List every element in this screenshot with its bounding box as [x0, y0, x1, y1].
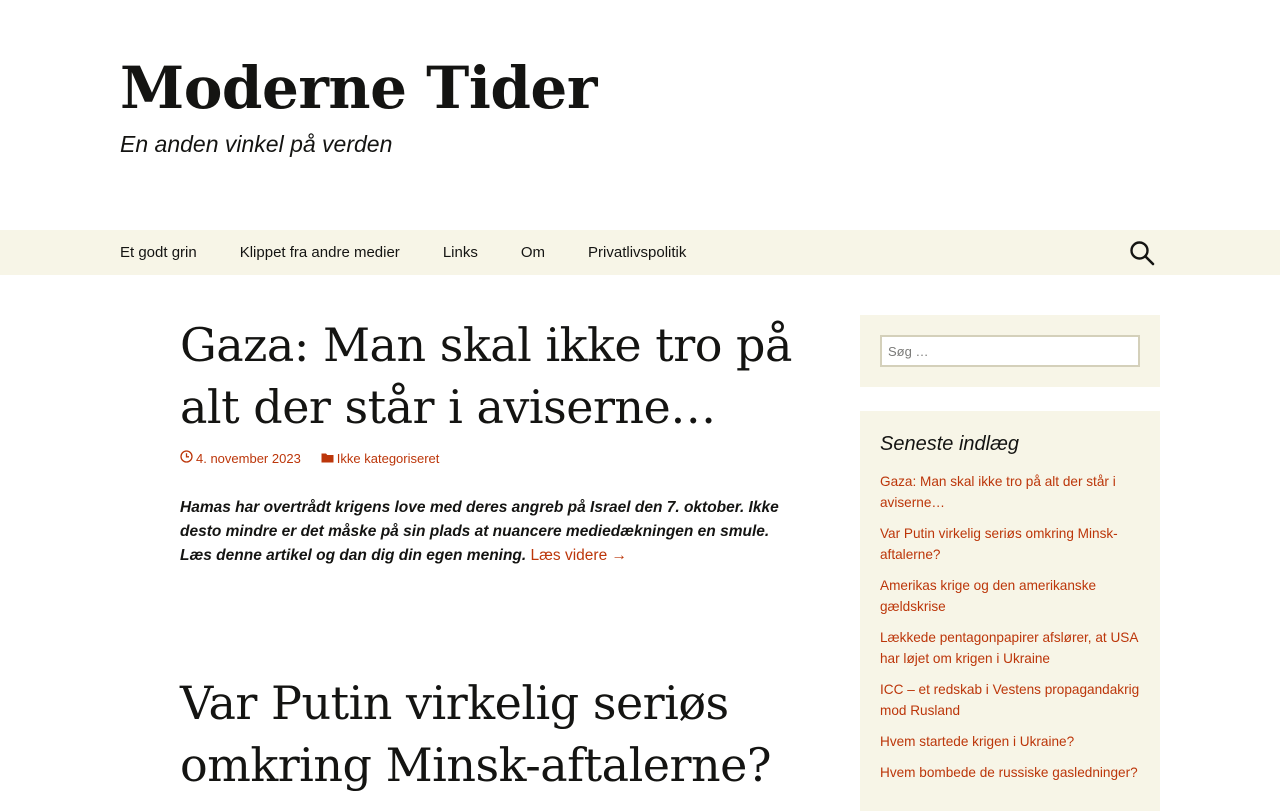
site-header: Moderne Tider En anden vinkel på verden — [0, 0, 1280, 230]
post-meta: 4. november 2023 Ikke kategoriseret — [180, 450, 800, 466]
recent-post-link[interactable]: Hvem startede krigen i Ukraine? — [880, 734, 1074, 749]
nav-item-om[interactable]: Om — [521, 230, 545, 275]
nav-item-links[interactable]: Links — [443, 230, 478, 275]
recent-post-link[interactable]: Amerikas krige og den amerikanske gældsk… — [880, 578, 1096, 614]
recent-post-link[interactable]: Lækkede pentagonpapirer afslører, at USA… — [880, 630, 1138, 666]
list-item: Amerikas krige og den amerikanske gældsk… — [880, 575, 1142, 617]
post-title[interactable]: Gaza: Man skal ikke tro på alt der står … — [180, 314, 800, 438]
main-navigation: Et godt grin Klippet fra andre medier Li… — [0, 230, 1280, 275]
post-excerpt-text: Hamas har overtrådt krigens love med der… — [180, 499, 779, 564]
nav-item-privatlivspolitik[interactable]: Privatlivspolitik — [588, 230, 686, 275]
sidebar-search-input[interactable] — [880, 335, 1140, 367]
list-item: Var Putin virkelig seriøs omkring Minsk-… — [880, 523, 1142, 565]
list-item: Hvem startede krigen i Ukraine? — [880, 731, 1142, 752]
read-more-link[interactable]: Læs videre → — [531, 547, 627, 564]
nav-item-et-godt-grin[interactable]: Et godt grin — [120, 230, 197, 275]
list-item: ICC – et redskab i Vestens propagandakri… — [880, 679, 1142, 721]
post-date-link[interactable]: 4. november 2023 — [180, 450, 301, 466]
post-article: Var Putin virkelig seriøs omkring Minsk-… — [180, 672, 800, 796]
recent-post-link[interactable]: ICC – et redskab i Vestens propagandakri… — [880, 682, 1139, 718]
widget-title: Seneste indlæg — [880, 433, 1019, 455]
site-tagline: En anden vinkel på verden — [120, 131, 393, 157]
post-date: 4. november 2023 — [196, 450, 301, 466]
post-category: Ikke kategoriseret — [336, 450, 440, 466]
nav-item-klippet-fra-andre-medier[interactable]: Klippet fra andre medier — [240, 230, 400, 275]
recent-posts-widget: Seneste indlæg Gaza: Man skal ikke tro p… — [860, 411, 1160, 811]
post-article: Gaza: Man skal ikke tro på alt der står … — [180, 314, 800, 568]
recent-post-link[interactable]: Gaza: Man skal ikke tro på alt der står … — [880, 474, 1116, 510]
recent-post-link[interactable]: Var Putin virkelig seriøs omkring Minsk-… — [880, 526, 1118, 562]
post-category-link[interactable]: Ikke kategoriseret — [321, 450, 440, 466]
folder-icon — [321, 451, 334, 466]
recent-post-link[interactable]: Hvem bombede de russiske gasledninger? — [880, 765, 1138, 780]
recent-posts-list: Gaza: Man skal ikke tro på alt der står … — [880, 471, 1142, 793]
search-icon[interactable] — [1129, 240, 1155, 266]
post-title[interactable]: Var Putin virkelig seriøs omkring Minsk-… — [180, 672, 800, 796]
site-title[interactable]: Moderne Tider — [120, 50, 597, 126]
nav-menu: Et godt grin Klippet fra andre medier Li… — [120, 230, 729, 275]
list-item: Hvem bombede de russiske gasledninger? — [880, 762, 1142, 783]
list-item: Gaza: Man skal ikke tro på alt der står … — [880, 471, 1142, 513]
search-widget — [860, 315, 1160, 387]
post-excerpt: Hamas har overtrådt krigens love med der… — [180, 496, 800, 568]
list-item: Lækkede pentagonpapirer afslører, at USA… — [880, 627, 1142, 669]
clock-icon — [180, 450, 193, 466]
